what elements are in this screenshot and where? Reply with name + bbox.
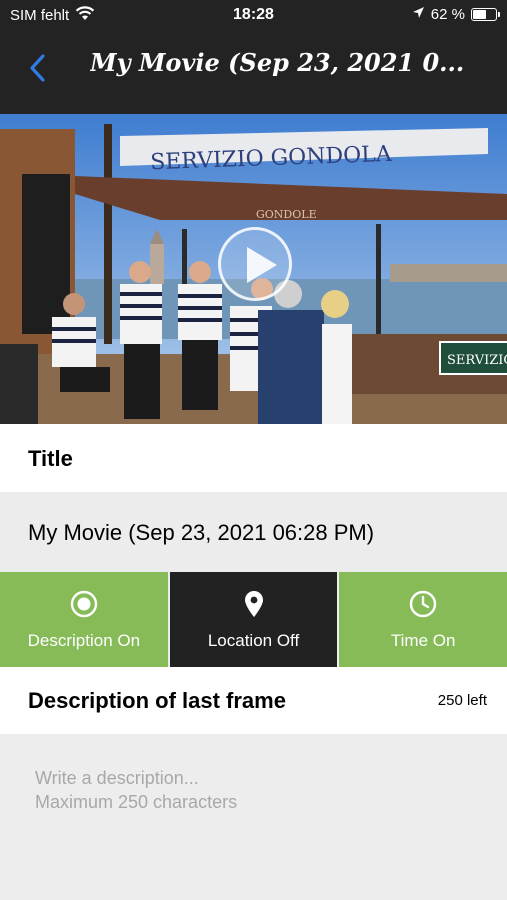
navigation-bar: My Movie (Sep 23, 2021 0... bbox=[0, 32, 507, 114]
time-toggle-button[interactable]: Time On bbox=[337, 572, 507, 667]
location-toggle-button[interactable]: Location Off bbox=[167, 572, 338, 667]
battery-percent: 62 % bbox=[430, 6, 465, 23]
status-bar: SIM fehlt 18:28 62 % bbox=[0, 0, 507, 32]
description-textarea[interactable] bbox=[0, 734, 507, 900]
chevron-left-icon bbox=[30, 54, 45, 82]
description-heading: Description of last frame bbox=[28, 688, 286, 713]
video-preview[interactable]: SERVIZIO GONDOLA GONDOLE SERVIZIO bbox=[0, 114, 507, 424]
location-pin-icon bbox=[239, 589, 269, 619]
description-toggle-button[interactable]: Description On bbox=[0, 572, 168, 667]
description-section-header: Description of last frame 250 left bbox=[0, 667, 507, 734]
title-heading: Title bbox=[28, 446, 73, 471]
battery-icon bbox=[471, 8, 500, 21]
title-field[interactable]: My Movie (Sep 23, 2021 06:28 PM) bbox=[0, 492, 507, 572]
play-button[interactable] bbox=[218, 227, 292, 301]
sign-servizio-right: SERVIZIO bbox=[447, 353, 507, 368]
location-arrow-icon bbox=[412, 6, 425, 23]
description-toggle-label: Description On bbox=[27, 630, 141, 650]
status-right: 62 % bbox=[412, 6, 500, 23]
location-toggle-label: Location Off bbox=[207, 630, 300, 650]
time-toggle-label: Time On bbox=[390, 630, 456, 650]
back-button[interactable] bbox=[18, 48, 58, 88]
title-section-header: Title bbox=[0, 424, 507, 492]
toggle-bar: Description On Location Off Time On bbox=[0, 572, 507, 667]
clock-icon bbox=[408, 589, 438, 619]
radio-on-icon bbox=[69, 589, 99, 619]
title-value-text: My Movie (Sep 23, 2021 06:28 PM) bbox=[28, 520, 375, 545]
characters-left-counter: 250 left bbox=[437, 692, 487, 709]
page-title: My Movie (Sep 23, 2021 0... bbox=[90, 48, 465, 77]
awning-text: GONDOLE bbox=[256, 208, 317, 221]
